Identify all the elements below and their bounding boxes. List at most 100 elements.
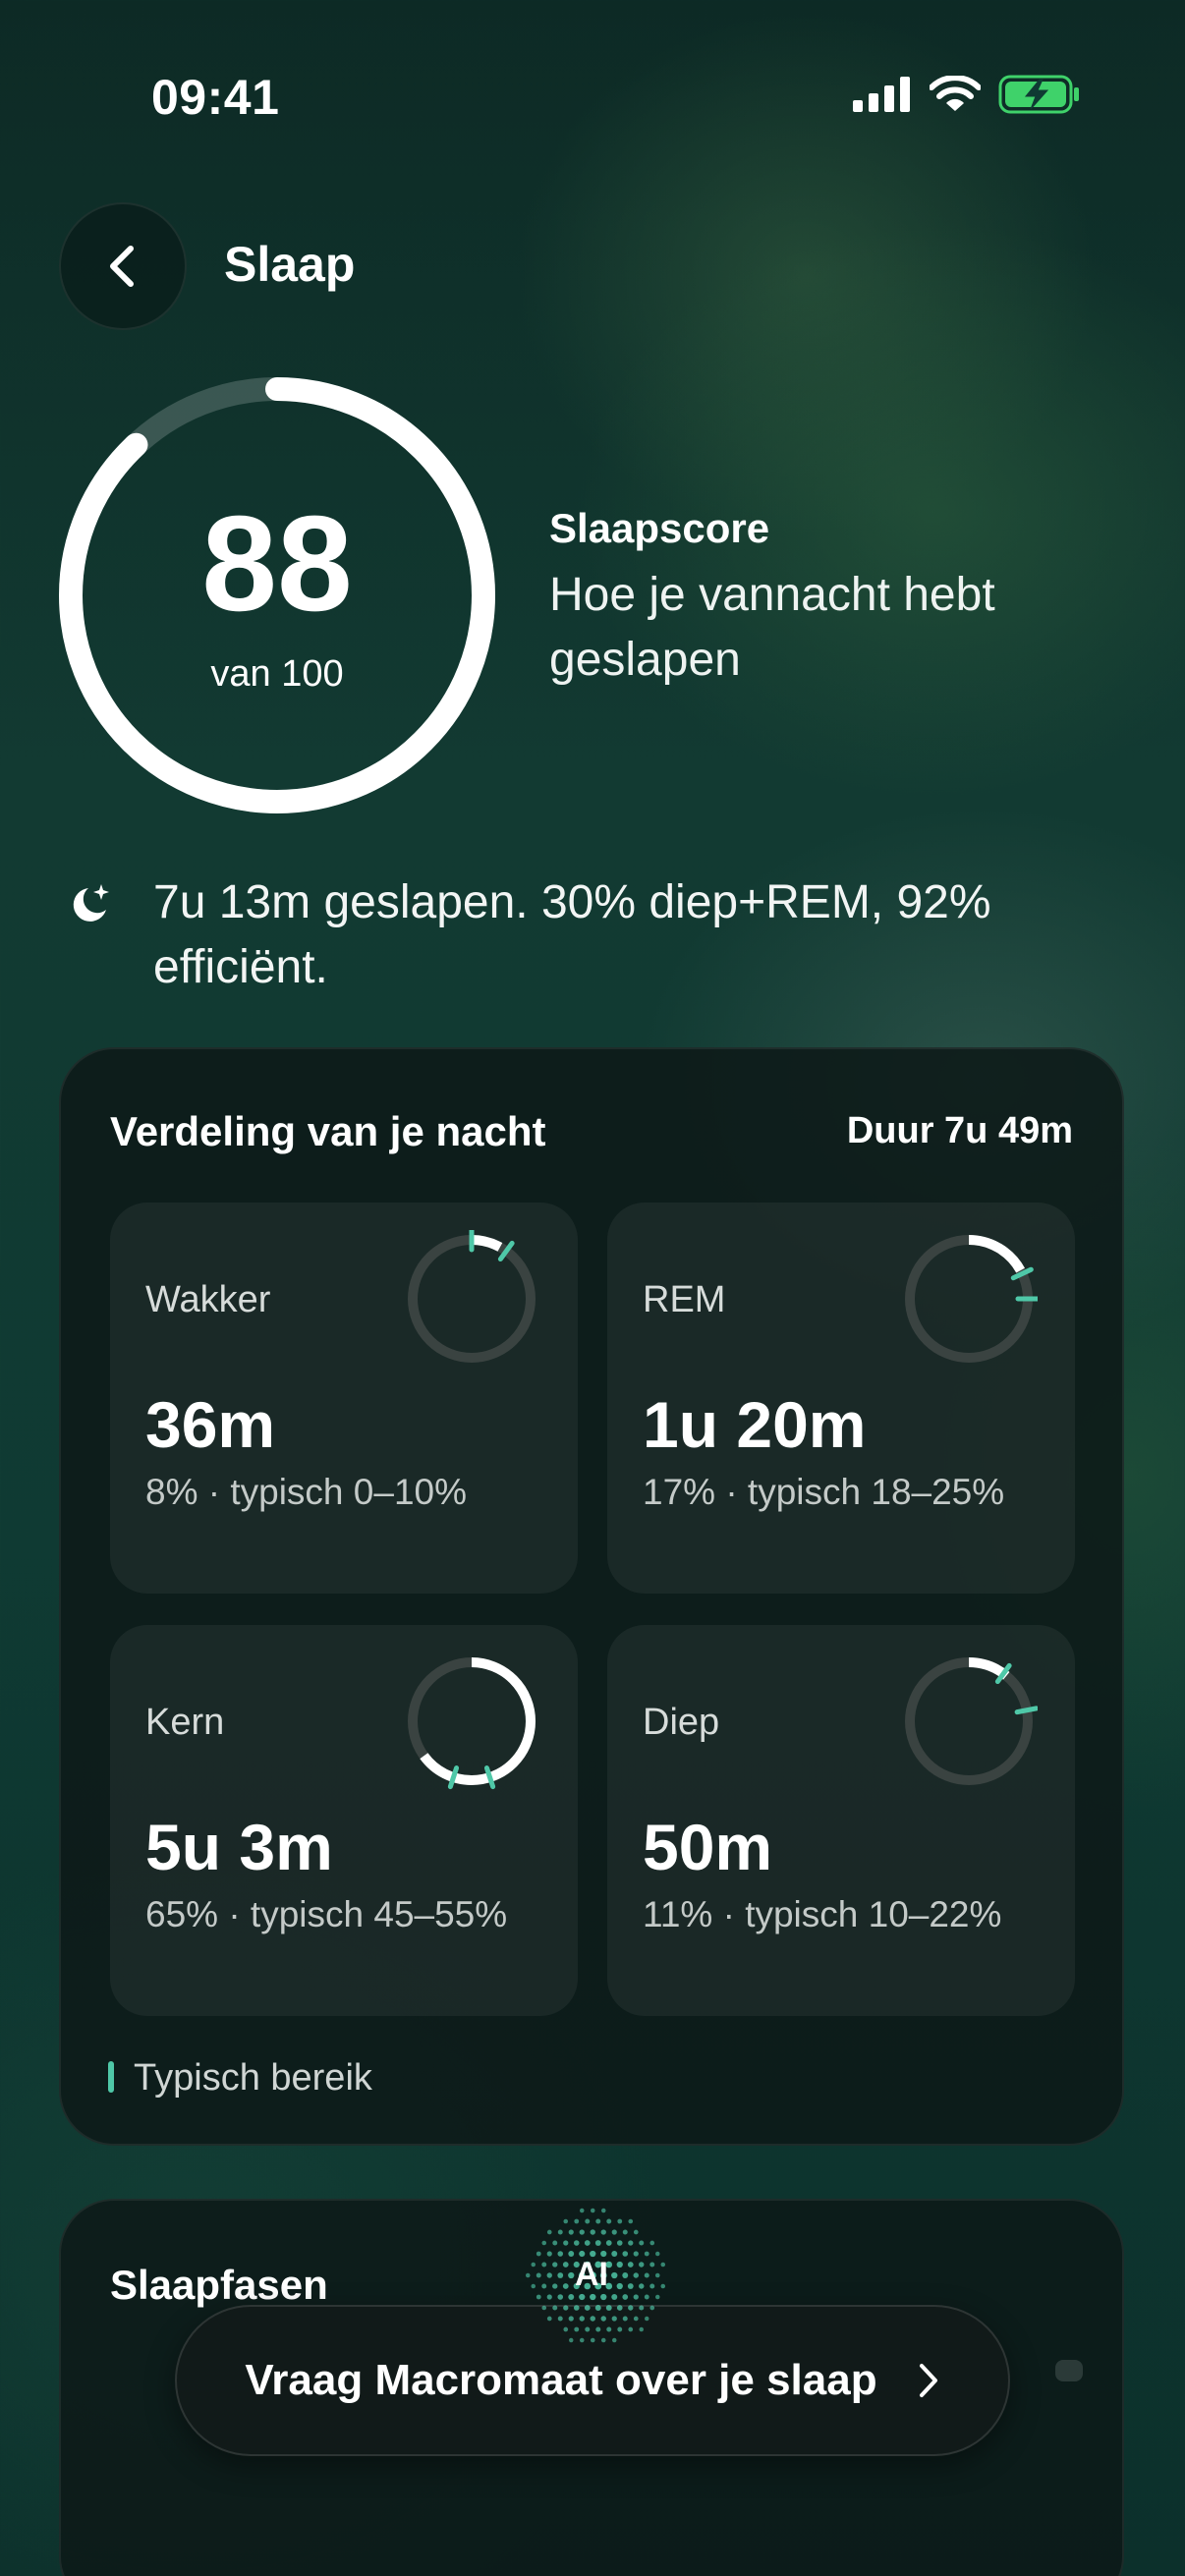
stage-tile-kern[interactable]: Kern 5u 3m 65% · typisch 45–55% [110, 1625, 578, 2016]
sleep-score-label: Slaapscore [549, 505, 770, 551]
ai-orb-dot [541, 2240, 547, 2246]
ai-orb-dot [546, 2229, 552, 2235]
ai-orb-dot [541, 2305, 547, 2311]
sleep-score-description: Hoe je vannacht hebt geslapen [549, 569, 995, 686]
ai-orb-dot [600, 2293, 607, 2301]
distribution-duration: Duur 7u 49m [846, 1110, 1073, 1151]
ai-orb-dot [645, 2316, 649, 2322]
typical-range-tick [483, 1765, 496, 1790]
ai-orb-dot [573, 2305, 580, 2311]
ai-orb-dot [616, 2305, 623, 2311]
ai-orb-dot [584, 2240, 591, 2246]
ai-orb-dot [594, 2240, 601, 2246]
ai-orb-dot [639, 2305, 645, 2311]
stage-duration: 36m [145, 1388, 276, 1461]
ai-orb-dot [612, 2337, 617, 2343]
ai-orb-dot [644, 2294, 649, 2300]
ai-orb-dot [585, 2218, 591, 2224]
ai-orb-dot [606, 2326, 612, 2332]
ai-orb-dot [546, 2316, 552, 2322]
ai-orb-dot [574, 2326, 580, 2332]
ai-orb-dot [552, 2240, 558, 2246]
ai-orb-dot [552, 2305, 558, 2311]
ai-orb-dot [616, 2240, 623, 2246]
ai-orb-dot [595, 2218, 601, 2224]
ai-orb-dot [600, 2316, 606, 2322]
stage-percent-note: 17% · typisch 18–25% [643, 1472, 1005, 1512]
distribution-title: Verdeling van je nacht [110, 1108, 546, 1154]
stage-percent-note: 8% · typisch 0–10% [145, 1472, 468, 1512]
ai-orb-dot [568, 2229, 574, 2235]
typical-range-tick [447, 1765, 460, 1790]
stage-ring-track [905, 1657, 1033, 1785]
stage-percent-note: 65% · typisch 45–55% [145, 1894, 508, 1934]
ai-orb-dot [622, 2294, 629, 2300]
wifi-icon [930, 76, 981, 111]
ai-orb-dot [606, 2218, 612, 2224]
scroll-indicator [1055, 2360, 1083, 2381]
ai-orb-dot [628, 2218, 634, 2224]
ai-orb-dot [617, 2326, 623, 2332]
sleep-phases-title: Slaapfasen [110, 2262, 328, 2308]
stage-ring [408, 1657, 536, 1790]
stage-name: REM [643, 1279, 726, 1320]
ai-orb-dot [594, 2305, 601, 2311]
typical-range-tick [1014, 1706, 1038, 1715]
ai-orb-dot [600, 2229, 606, 2235]
ai-orb-dot [590, 2337, 595, 2343]
ai-orb-dot [617, 2218, 623, 2224]
ai-orb-dot [655, 2294, 660, 2300]
ai-orb-dot [584, 2305, 591, 2311]
ai-orb-dot [568, 2294, 575, 2300]
chevron-left-icon [110, 246, 134, 287]
stage-ring-track [408, 1235, 536, 1363]
stage-tile-diep[interactable]: Diep 50m 11% · typisch 10–22% [607, 1625, 1075, 2016]
ai-orb-dot [580, 2208, 585, 2213]
ai-orb-dot [557, 2229, 563, 2235]
ai-orb-dot [579, 2337, 585, 2343]
ai-orb-dot [633, 2316, 639, 2322]
ai-orb-dot [649, 2240, 655, 2246]
ai-orb-dot [590, 2316, 595, 2322]
stage-ring [408, 1230, 536, 1363]
ai-orb-dot [622, 2316, 628, 2322]
ai-orb-dot [557, 2316, 563, 2322]
moon-stars-icon [73, 884, 109, 922]
ai-orb-dot [649, 2305, 655, 2311]
stage-duration: 5u 3m [145, 1811, 333, 1883]
stage-duration: 50m [643, 1811, 773, 1883]
ai-orb-dot [536, 2294, 541, 2300]
ai-orb-dot [590, 2229, 595, 2235]
stage-ring [905, 1235, 1038, 1363]
ai-orb-dot [568, 2316, 574, 2322]
battery-charging-icon [998, 75, 1079, 114]
ai-orb-dot [590, 2293, 596, 2301]
ai-orb-dot [595, 2326, 601, 2332]
ai-orb-dot [590, 2208, 595, 2213]
ai-orb-dot [633, 2229, 639, 2235]
stage-duration: 1u 20m [643, 1388, 867, 1461]
ai-orb-dot [605, 2305, 612, 2311]
ai-orb-dot [611, 2293, 618, 2301]
ai-orb-dot [546, 2294, 552, 2300]
ai-orb-dot [563, 2305, 569, 2311]
ai-orb-dot [573, 2240, 580, 2246]
ai-orb-dot [611, 2229, 617, 2235]
stage-name: Wakker [145, 1279, 271, 1320]
back-button[interactable] [59, 202, 187, 330]
stage-percent-note: 11% · typisch 10–22% [643, 1894, 1002, 1934]
typical-range-legend-label: Typisch bereik [134, 2057, 372, 2099]
sleep-score-max: van 100 [210, 653, 344, 695]
stage-name: Diep [643, 1702, 720, 1743]
ai-orb-dot [622, 2229, 628, 2235]
stage-tile-rem[interactable]: REM 1u 20m 17% · typisch 18–25% [607, 1203, 1075, 1594]
ai-orb-dot [628, 2240, 634, 2246]
ai-orb-dot [557, 2294, 564, 2300]
ai-orb-dot [563, 2326, 569, 2332]
page-title: Slaap [224, 237, 356, 292]
ai-orb-dot [579, 2229, 585, 2235]
ai-orb-dot [628, 2305, 634, 2311]
ai-orb-dot [563, 2218, 569, 2224]
stage-tile-wakker[interactable]: Wakker 36m 8% · typisch 0–10% [110, 1203, 578, 1594]
sleep-summary: 7u 13m geslapen. 30% diep+REM, 92% effic… [153, 876, 991, 993]
